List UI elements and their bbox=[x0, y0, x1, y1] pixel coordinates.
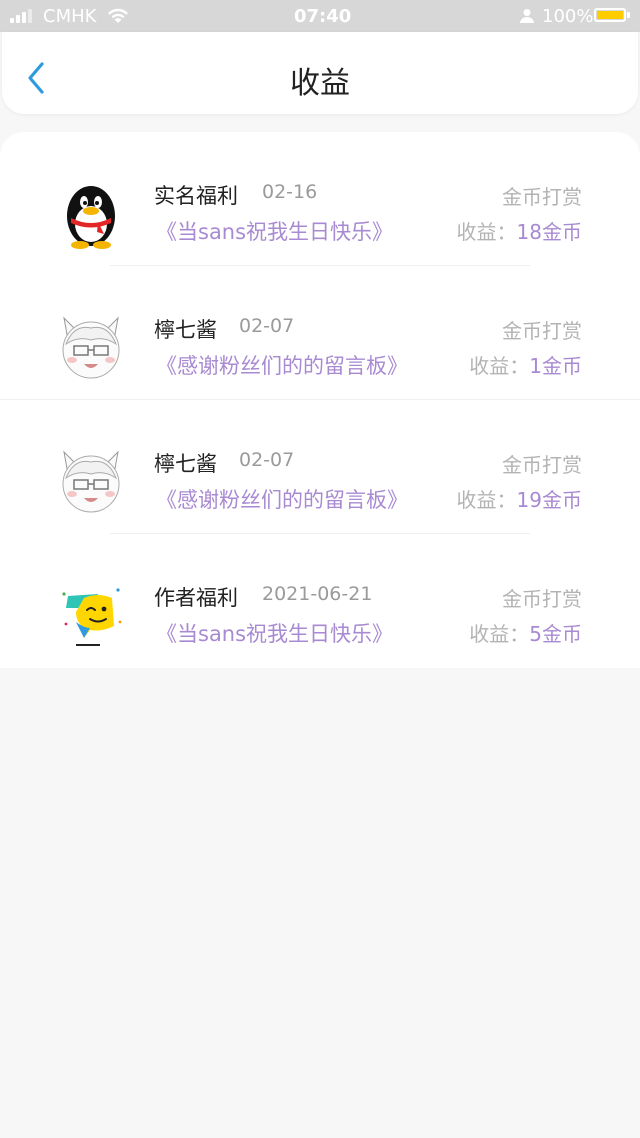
work-title-link[interactable]: 《当sans祝我生日快乐》 bbox=[156, 618, 393, 648]
battery-percent: 100% bbox=[542, 6, 594, 27]
sender-name: 作者福利 bbox=[154, 586, 238, 610]
list-item[interactable]: 檸七酱 02-07 《感谢粉丝们的的留言板》 金币打赏 收益：19金币 bbox=[0, 400, 640, 534]
earnings-label: 收益： bbox=[456, 488, 517, 512]
item-date: 02-07 bbox=[239, 449, 295, 471]
qq-penguin-avatar-icon bbox=[67, 186, 115, 249]
work-title-link[interactable]: 《当sans祝我生日快乐》 bbox=[156, 216, 393, 246]
earnings-value: 5金币 bbox=[529, 622, 582, 646]
signal-icon bbox=[10, 9, 32, 23]
clock: 07:40 bbox=[294, 6, 352, 27]
work-title-link[interactable]: 《感谢粉丝们的的留言板》 bbox=[156, 350, 408, 380]
battery-tip bbox=[627, 12, 630, 18]
nav-header: 收益 bbox=[2, 32, 638, 114]
earnings: 收益：1金币 bbox=[469, 350, 582, 379]
item-date: 2021-06-21 bbox=[262, 583, 373, 605]
carrier-label: CMHK bbox=[43, 6, 97, 27]
earnings-label: 收益： bbox=[469, 622, 530, 646]
earnings-label: 收益： bbox=[469, 354, 530, 378]
list-item[interactable]: 实名福利 02-16 《当sans祝我生日快乐》 金币打赏 收益：18金币 bbox=[0, 132, 640, 266]
earnings-list: 实名福利 02-16 《当sans祝我生日快乐》 金币打赏 收益：18金币 檸七… bbox=[0, 132, 640, 668]
earnings: 收益：5金币 bbox=[469, 618, 582, 647]
person-icon bbox=[520, 9, 534, 23]
earnings-value: 18金币 bbox=[516, 220, 582, 244]
list-item[interactable]: 作者福利 2021-06-21 《当sans祝我生日快乐》 金币打赏 收益：5金… bbox=[0, 534, 640, 668]
earnings-value: 19金币 bbox=[516, 488, 582, 512]
earnings-value: 1金币 bbox=[529, 354, 582, 378]
item-date: 02-07 bbox=[239, 315, 295, 337]
reward-type: 金币打赏 bbox=[502, 587, 582, 611]
sender-name: 檸七酱 bbox=[154, 452, 217, 476]
earnings-label: 收益： bbox=[456, 220, 517, 244]
earnings: 收益：19金币 bbox=[457, 484, 582, 513]
earnings: 收益：18金币 bbox=[457, 216, 582, 245]
item-date: 02-16 bbox=[262, 181, 318, 203]
sender-name: 檸七酱 bbox=[154, 318, 217, 342]
sender-name: 实名福利 bbox=[154, 184, 238, 208]
reward-type: 金币打赏 bbox=[502, 453, 582, 477]
chat-bubble-avatar-icon bbox=[62, 588, 122, 646]
list-item[interactable]: 檸七酱 02-07 《感谢粉丝们的的留言板》 金币打赏 收益：1金币 bbox=[0, 266, 640, 400]
reward-type: 金币打赏 bbox=[502, 185, 582, 209]
cat-boy-avatar-icon bbox=[62, 450, 120, 513]
work-title-link[interactable]: 《感谢粉丝们的的留言板》 bbox=[156, 484, 408, 514]
page-title: 收益 bbox=[290, 66, 350, 101]
reward-type: 金币打赏 bbox=[502, 319, 582, 343]
cat-boy-avatar-icon bbox=[62, 316, 120, 379]
wifi-icon bbox=[108, 8, 128, 23]
status-bar: CMHK 07:40 100% bbox=[0, 0, 640, 32]
battery-icon bbox=[594, 8, 626, 22]
